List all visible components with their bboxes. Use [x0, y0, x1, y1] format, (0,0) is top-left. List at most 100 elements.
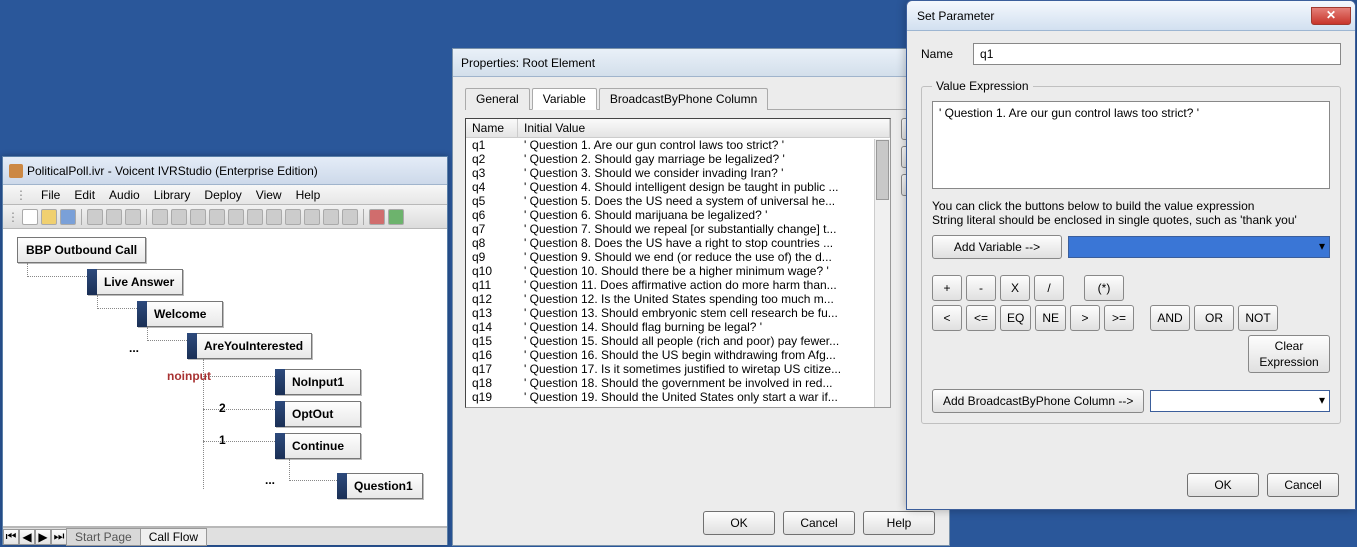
tab-nav-prev[interactable]: ◀: [19, 529, 35, 545]
save-icon[interactable]: [60, 209, 76, 225]
table-row[interactable]: q7 ' Question 7. Should we repeal [or su…: [466, 222, 890, 236]
op-ne[interactable]: NE: [1035, 305, 1066, 331]
node-live-answer[interactable]: Live Answer: [87, 269, 183, 295]
op-plus[interactable]: +: [932, 275, 962, 301]
table-row[interactable]: q1 ' Question 1. Are our gun control law…: [466, 138, 890, 152]
scrollbar[interactable]: [874, 139, 890, 407]
tab-call-flow[interactable]: Call Flow: [140, 528, 207, 546]
call-flow-canvas[interactable]: BBP Outbound Call Live Answer Welcome Ar…: [3, 229, 447, 527]
node-outbound-call[interactable]: BBP Outbound Call: [17, 237, 146, 263]
bbp-column-combo[interactable]: [1150, 390, 1330, 412]
close-icon[interactable]: ✕: [1311, 7, 1351, 25]
op-lt[interactable]: <: [932, 305, 962, 331]
tab-nav-first[interactable]: ⏮: [3, 529, 19, 545]
table-row[interactable]: q19 ' Question 19. Should the United Sta…: [466, 390, 890, 404]
add-bbp-column-button[interactable]: Add BroadcastByPhone Column -->: [932, 389, 1144, 413]
open-icon[interactable]: [41, 209, 57, 225]
menu-library[interactable]: Library: [148, 188, 197, 202]
tool-icon[interactable]: [285, 209, 301, 225]
edge-2: 2: [219, 401, 226, 415]
op-paren[interactable]: (*): [1084, 275, 1124, 301]
tab-variable[interactable]: Variable: [532, 88, 597, 110]
table-row[interactable]: q8 ' Question 8. Does the US have a righ…: [466, 236, 890, 250]
cancel-button[interactable]: Cancel: [1267, 473, 1339, 497]
table-row[interactable]: q13 ' Question 13. Should embryonic stem…: [466, 306, 890, 320]
op-gt[interactable]: >: [1070, 305, 1100, 331]
table-row[interactable]: q9 ' Question 9. Should we end (or reduc…: [466, 250, 890, 264]
tool-icon[interactable]: [266, 209, 282, 225]
op-minus[interactable]: -: [966, 275, 996, 301]
tool-icon[interactable]: [209, 209, 225, 225]
table-row[interactable]: q2 ' Question 2. Should gay marriage be …: [466, 152, 890, 166]
cut-icon[interactable]: [87, 209, 103, 225]
op-eq[interactable]: EQ: [1000, 305, 1031, 331]
col-initial-value[interactable]: Initial Value: [518, 119, 890, 137]
op-le[interactable]: <=: [966, 305, 996, 331]
op-or[interactable]: OR: [1194, 305, 1234, 331]
table-row[interactable]: q11 ' Question 11. Does affirmative acti…: [466, 278, 890, 292]
menu-audio[interactable]: Audio: [103, 188, 146, 202]
stop-icon[interactable]: [369, 209, 385, 225]
tab-nav-next[interactable]: ▶: [35, 529, 51, 545]
tool-icon[interactable]: [228, 209, 244, 225]
add-variable-button[interactable]: Add Variable -->: [932, 235, 1062, 259]
cancel-button[interactable]: Cancel: [783, 511, 855, 535]
variable-table[interactable]: Name Initial Value q1 ' Question 1. Are …: [465, 118, 891, 408]
node-welcome[interactable]: Welcome: [137, 301, 223, 327]
op-and[interactable]: AND: [1150, 305, 1190, 331]
table-row[interactable]: q16 ' Question 16. Should the US begin w…: [466, 348, 890, 362]
copy-icon[interactable]: [106, 209, 122, 225]
col-name[interactable]: Name: [466, 119, 518, 137]
node-continue[interactable]: Continue: [275, 433, 361, 459]
table-row[interactable]: q5 ' Question 5. Does the US need a syst…: [466, 194, 890, 208]
name-input[interactable]: q1: [973, 43, 1341, 65]
menu-help[interactable]: Help: [290, 188, 327, 202]
set-parameter-titlebar[interactable]: Set Parameter ✕: [907, 1, 1355, 31]
tool-icon[interactable]: [323, 209, 339, 225]
table-row[interactable]: q14 ' Question 14. Should flag burning b…: [466, 320, 890, 334]
node-are-you-interested[interactable]: AreYouInterested: [187, 333, 312, 359]
menu-edit[interactable]: Edit: [68, 188, 101, 202]
menu-deploy[interactable]: Deploy: [198, 188, 247, 202]
tool-icon[interactable]: [190, 209, 206, 225]
table-row[interactable]: q10 ' Question 10. Should there be a hig…: [466, 264, 890, 278]
tab-general[interactable]: General: [465, 88, 530, 110]
menu-view[interactable]: View: [250, 188, 288, 202]
edge-noinput: noinput: [167, 369, 211, 383]
tab-nav-last[interactable]: ⏭: [51, 529, 67, 545]
clear-expression-button[interactable]: Clear Expression: [1248, 335, 1330, 373]
op-div[interactable]: /: [1034, 275, 1064, 301]
menu-file[interactable]: File: [35, 188, 66, 202]
table-row[interactable]: q3 ' Question 3. Should we consider inva…: [466, 166, 890, 180]
table-row[interactable]: q18 ' Question 18. Should the government…: [466, 376, 890, 390]
new-icon[interactable]: [22, 209, 38, 225]
table-row[interactable]: q6 ' Question 6. Should marijuana be leg…: [466, 208, 890, 222]
ok-button[interactable]: OK: [1187, 473, 1259, 497]
table-row[interactable]: q20 ' Question 20 Should stopping illega…: [466, 404, 890, 406]
tool-icon[interactable]: [171, 209, 187, 225]
tab-start-page[interactable]: Start Page: [66, 528, 141, 546]
properties-titlebar[interactable]: Properties: Root Element: [453, 49, 949, 77]
ivr-titlebar[interactable]: PoliticalPoll.ivr - Voicent IVRStudio (E…: [3, 157, 447, 185]
table-row[interactable]: q17 ' Question 17. Is it sometimes justi…: [466, 362, 890, 376]
ok-button[interactable]: OK: [703, 511, 775, 535]
tool-icon[interactable]: [247, 209, 263, 225]
op-mul[interactable]: X: [1000, 275, 1030, 301]
table-row[interactable]: q12 ' Question 12. Is the United States …: [466, 292, 890, 306]
tool-icon[interactable]: [342, 209, 358, 225]
node-question1[interactable]: Question1: [337, 473, 423, 499]
op-not[interactable]: NOT: [1238, 305, 1278, 331]
node-optout[interactable]: OptOut: [275, 401, 361, 427]
tool-icon[interactable]: [304, 209, 320, 225]
tab-broadcast-column[interactable]: BroadcastByPhone Column: [599, 88, 768, 110]
op-ge[interactable]: >=: [1104, 305, 1134, 331]
help-button[interactable]: Help: [863, 511, 935, 535]
table-row[interactable]: q15 ' Question 15. Should all people (ri…: [466, 334, 890, 348]
table-row[interactable]: q4 ' Question 4. Should intelligent desi…: [466, 180, 890, 194]
variable-combo[interactable]: [1068, 236, 1330, 258]
tool-icon[interactable]: [152, 209, 168, 225]
node-noinput1[interactable]: NoInput1: [275, 369, 361, 395]
expression-textarea[interactable]: ' Question 1. Are our gun control laws t…: [932, 101, 1330, 189]
paste-icon[interactable]: [125, 209, 141, 225]
run-icon[interactable]: [388, 209, 404, 225]
